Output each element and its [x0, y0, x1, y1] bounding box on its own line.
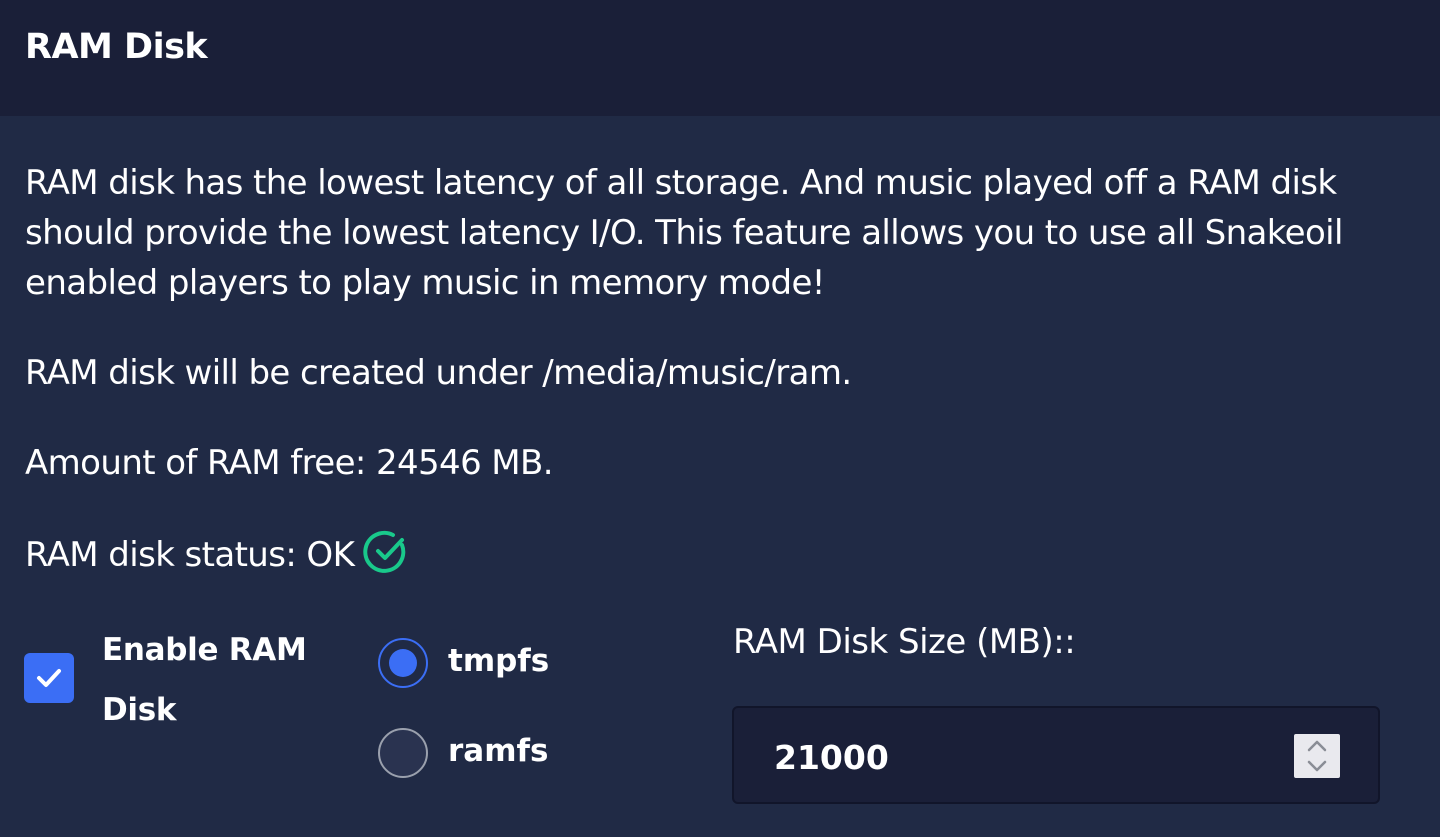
radio-ramfs[interactable]: [378, 728, 428, 778]
check-circle-icon: [362, 527, 412, 577]
number-spinner[interactable]: [1294, 734, 1340, 778]
status-text: RAM disk status: OK: [25, 535, 355, 575]
ram-disk-size-field: [732, 706, 1380, 804]
radio-selected-dot: [389, 649, 417, 677]
ram-free-text: Amount of RAM free: 24546 MB.: [25, 443, 554, 483]
description-text: RAM disk has the lowest latency of all s…: [25, 163, 1343, 303]
panel-title: RAM Disk: [25, 27, 208, 67]
ram-disk-size-input[interactable]: [774, 734, 1274, 780]
ram-disk-status: RAM disk status: OK: [25, 530, 412, 580]
checkmark-icon: [37, 669, 61, 687]
radio-ramfs-label[interactable]: ramfs: [448, 733, 548, 769]
panel-header: RAM Disk: [0, 0, 1440, 116]
spinner-arrows-icon: [1307, 740, 1327, 772]
radio-tmpfs[interactable]: [378, 638, 428, 688]
ram-disk-size-label: RAM Disk Size (MB)::: [733, 622, 1076, 662]
radio-tmpfs-label[interactable]: tmpfs: [448, 643, 549, 679]
ram-disk-path-text: RAM disk will be created under /media/mu…: [25, 353, 852, 393]
enable-ram-disk-label[interactable]: Enable RAM Disk: [102, 620, 322, 740]
enable-ram-disk-checkbox[interactable]: [24, 653, 74, 703]
